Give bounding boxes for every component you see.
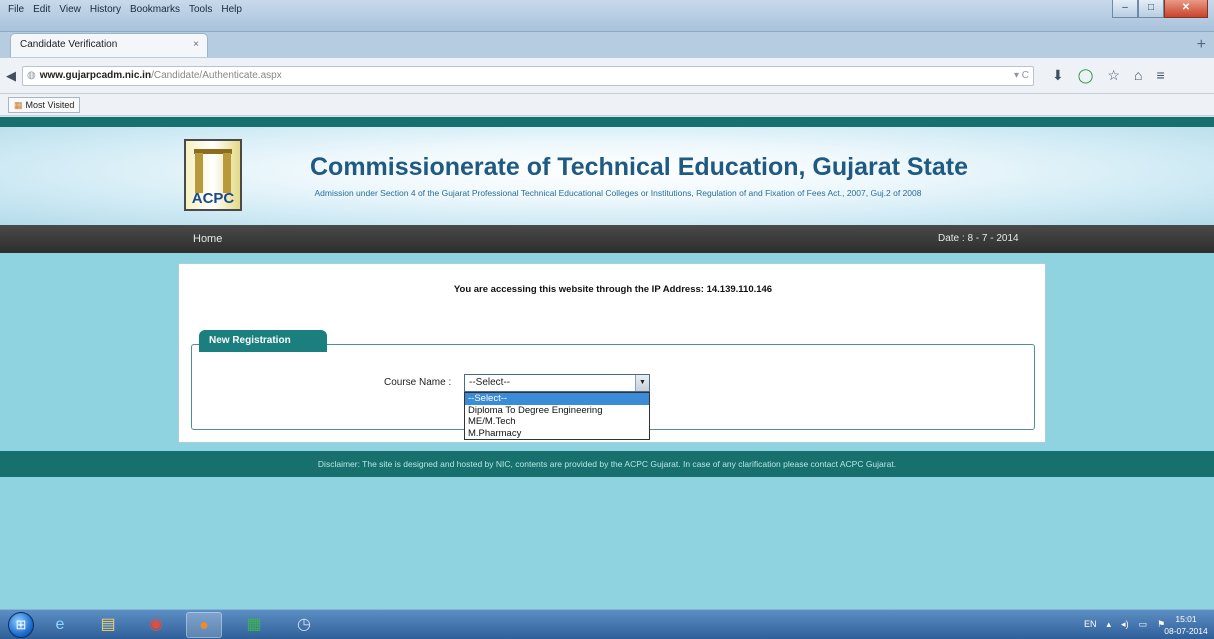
course-name-select[interactable]: --Select-- ▼ (464, 374, 650, 392)
menu-bar: File Edit View History Bookmarks Tools H… (8, 4, 242, 15)
url-path: /Candidate/Authenticate.aspx (151, 70, 282, 81)
language-indicator[interactable]: EN (1084, 619, 1097, 630)
menu-file[interactable]: File (8, 4, 24, 15)
download-icon[interactable]: ⬇ (1052, 67, 1064, 84)
addon-ring-icon[interactable]: ◯ (1078, 67, 1094, 84)
new-registration-legend: New Registration (199, 330, 327, 352)
toolbar-icons: ⬇ ◯ ☆ ⌂ ≡ (1052, 67, 1165, 84)
browser-title-bar: File Edit View History Bookmarks Tools H… (0, 0, 1214, 32)
page-viewport: ACPC Commissionerate of Technical Educat… (0, 117, 1214, 609)
course-select-value: --Select-- (469, 377, 511, 388)
dropdown-arrow-icon[interactable]: ▼ (635, 375, 649, 391)
current-date: Date : 8 - 7 - 2014 (938, 233, 1019, 244)
site-header: ACPC Commissionerate of Technical Educat… (0, 127, 1214, 225)
bookmarks-toolbar: ▦ Most Visited (0, 94, 1214, 116)
tab-candidate-verification[interactable]: Candidate Verification × (10, 33, 208, 57)
bookmark-manager-icon[interactable]: ⌂ (1134, 67, 1142, 84)
bookmark-label: Most Visited (25, 100, 75, 110)
maximize-button[interactable]: □ (1138, 0, 1164, 18)
menu-bookmarks[interactable]: Bookmarks (130, 4, 180, 15)
firefox-icon[interactable]: ● (186, 612, 222, 638)
header-top-stripe (0, 117, 1214, 127)
logo-text: ACPC (191, 190, 235, 207)
menu-view[interactable]: View (59, 4, 81, 15)
folder-icon: ▦ (14, 100, 23, 110)
menu-edit[interactable]: Edit (33, 4, 50, 15)
clock-date: 08-07-2014 (1164, 626, 1208, 636)
excel-icon[interactable]: ▦ (236, 612, 272, 638)
volume-icon[interactable]: ◂) (1121, 619, 1129, 630)
course-option[interactable]: ME/M.Tech (465, 416, 649, 428)
windows-taskbar: ⊞ e ▤ ◉ ● ▦ ◷ EN ▴ ◂) ▭ ⚑ 15:01 08-07-20… (0, 609, 1214, 639)
course-option[interactable]: Diploma To Degree Engineering (465, 405, 649, 417)
tab-close-icon[interactable]: × (193, 34, 199, 56)
globe-icon: ◍ (27, 70, 36, 81)
reload-icon[interactable]: ▾ C (1014, 67, 1029, 85)
home-link[interactable]: Home (193, 233, 222, 245)
file-explorer-icon[interactable]: ▤ (90, 612, 126, 638)
star-icon[interactable]: ☆ (1107, 67, 1120, 84)
tab-title: Candidate Verification (20, 39, 118, 50)
tray-expand-icon[interactable]: ▴ (1107, 619, 1112, 630)
menu-help[interactable]: Help (221, 4, 242, 15)
logo-pillar-right (223, 153, 231, 193)
network-icon[interactable]: ▭ (1139, 619, 1148, 630)
course-options-list: --Select-- Diploma To Degree Engineering… (464, 392, 650, 440)
navigation-bar: ◀ ◍ www.gujarpcadm.nic.in/Candidate/Authe… (0, 58, 1214, 94)
internet-explorer-icon[interactable]: e (42, 612, 78, 638)
site-title: Commissionerate of Technical Education, … (310, 153, 969, 181)
logo-pillar-left (195, 153, 203, 193)
acpc-logo: ACPC (184, 139, 242, 211)
menu-history[interactable]: History (90, 4, 121, 15)
clock-time: 15:01 (1175, 614, 1197, 624)
media-icon[interactable]: ◷ (286, 612, 322, 638)
bookmark-most-visited[interactable]: ▦ Most Visited (8, 97, 81, 113)
site-subtitle: Admission under Section 4 of the Gujarat… (314, 188, 922, 198)
url-host: www.gujarpcadm.nic.in (39, 70, 152, 81)
hamburger-menu-icon[interactable]: ≡ (1156, 67, 1164, 84)
start-button[interactable]: ⊞ (8, 612, 34, 638)
course-option[interactable]: M.Pharmacy (465, 428, 649, 440)
disclaimer-text: Disclaimer: The site is designed and hos… (317, 459, 897, 469)
new-tab-button[interactable]: + (1197, 36, 1206, 54)
taskbar-clock[interactable]: 15:01 08-07-2014 (1164, 613, 1208, 637)
minimize-button[interactable]: – (1112, 0, 1138, 18)
close-window-button[interactable]: ✕ (1164, 0, 1208, 18)
site-footer: Disclaimer: The site is designed and hos… (0, 451, 1214, 477)
menu-tools[interactable]: Tools (189, 4, 212, 15)
window-controls: – □ ✕ (1112, 0, 1208, 18)
content-box: You are accessing this website through t… (178, 263, 1046, 443)
system-tray: EN ▴ ◂) ▭ ⚑ (1084, 619, 1165, 630)
ip-address-message: You are accessing this website through t… (453, 284, 773, 295)
course-option[interactable]: --Select-- (465, 393, 649, 405)
site-nav-strip: Home Date : 8 - 7 - 2014 (0, 225, 1214, 253)
chrome-icon[interactable]: ◉ (138, 612, 174, 638)
course-name-label: Course Name : (384, 377, 452, 388)
address-bar[interactable]: ◍ www.gujarpcadm.nic.in/Candidate/Authent… (22, 66, 1034, 86)
